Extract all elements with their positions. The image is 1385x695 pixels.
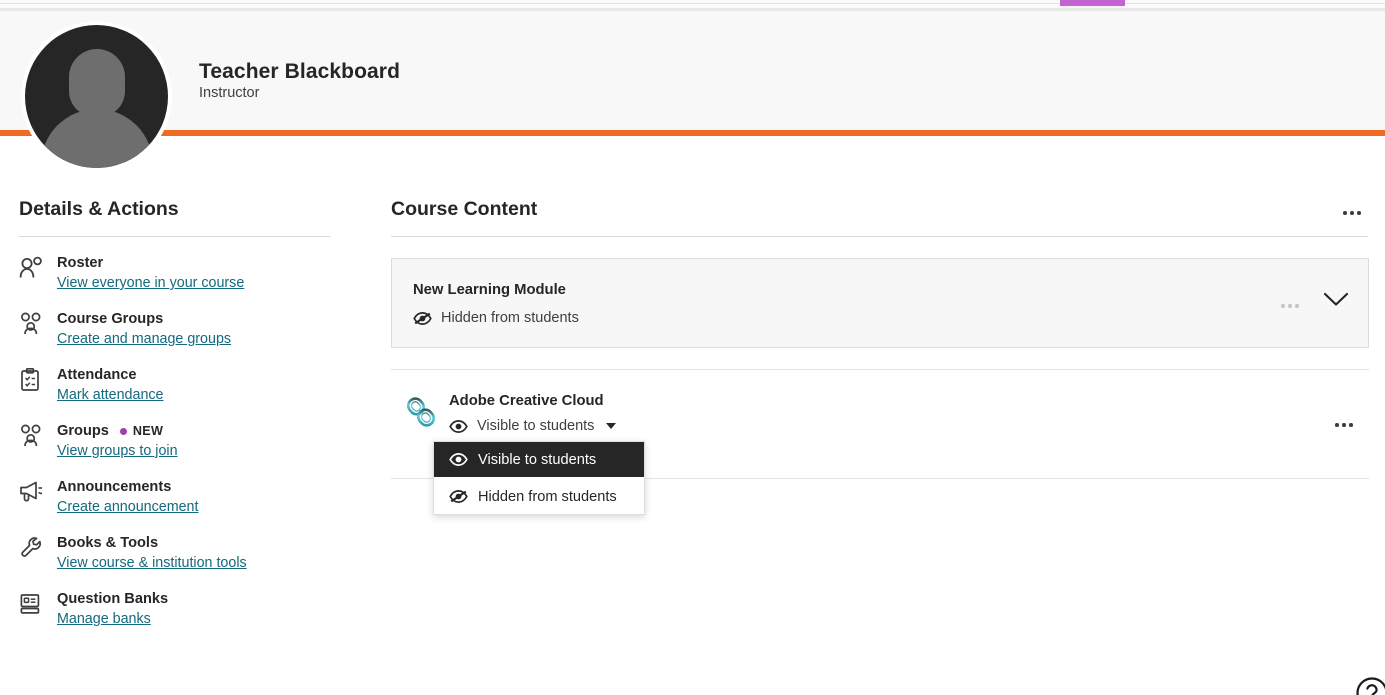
tab-strip-line bbox=[0, 3, 1385, 4]
attendance-clipboard-icon bbox=[19, 368, 49, 394]
ellipsis-icon bbox=[1281, 304, 1299, 308]
sidebar-item-label: Course Groups bbox=[57, 311, 164, 327]
dropdown-option-label: Hidden from students bbox=[478, 488, 617, 505]
sidebar-divider-rule bbox=[19, 236, 330, 237]
status-badge: NEW bbox=[119, 422, 164, 441]
sidebar-item-text: Groups NEW View groups to join bbox=[57, 422, 178, 462]
sidebar-item-link[interactable]: Create announcement bbox=[57, 497, 198, 518]
sidebar-item-text: Course Groups Create and manage groups bbox=[57, 310, 231, 350]
sidebar-item-text: Roster View everyone in your course bbox=[57, 254, 244, 294]
sidebar-item-link[interactable]: View everyone in your course bbox=[57, 273, 244, 294]
sidebar-item-question-banks[interactable]: Question Banks Manage banks bbox=[0, 590, 361, 646]
sidebar-item-label-wrap: Groups NEW bbox=[57, 422, 178, 441]
learning-module-overflow-menu-button[interactable] bbox=[1281, 295, 1299, 313]
caret-down-icon bbox=[606, 423, 617, 429]
browser-tab-strip bbox=[0, 0, 1385, 11]
sidebar-item-announcements[interactable]: Announcements Create announcement bbox=[0, 478, 361, 534]
avatar-head bbox=[68, 49, 125, 117]
sidebar-item-label: Question Banks bbox=[57, 591, 169, 607]
avatar-body bbox=[40, 109, 153, 168]
profile-role: Instructor bbox=[199, 85, 260, 101]
help-button[interactable] bbox=[1355, 676, 1385, 695]
course-content-overflow-menu-button[interactable] bbox=[1343, 202, 1361, 220]
sidebar-item-books-and-tools[interactable]: Books & Tools View course & institution … bbox=[0, 534, 361, 590]
content-divider-rule bbox=[391, 236, 1368, 237]
eye-icon bbox=[449, 452, 469, 467]
sidebar-item-text: Announcements Create announcement bbox=[57, 478, 198, 518]
dropdown-option-label: Visible to students bbox=[478, 451, 597, 468]
visibility-selector-label: Visible to students bbox=[477, 418, 595, 434]
sidebar-item-text: Attendance Mark attendance bbox=[57, 366, 164, 406]
avatar[interactable] bbox=[25, 25, 168, 168]
ellipsis-icon bbox=[1343, 211, 1361, 215]
page-title: Course Content bbox=[391, 198, 538, 220]
content-item-overflow-menu-button[interactable] bbox=[1335, 414, 1353, 432]
sidebar-item-link[interactable]: View course & institution tools bbox=[57, 553, 247, 574]
chevron-down-icon bbox=[1321, 292, 1351, 314]
course-content-panel: Course Content New Learning Module Hidde… bbox=[361, 140, 1385, 695]
content-item-title: Adobe Creative Cloud bbox=[449, 393, 604, 409]
sidebar-item-text: Question Banks Manage banks bbox=[57, 590, 168, 630]
ellipsis-icon bbox=[1335, 423, 1353, 427]
sidebar-item-attendance[interactable]: Attendance Mark attendance bbox=[0, 366, 361, 422]
sidebar-item-label: Groups bbox=[57, 423, 109, 439]
dropdown-option-visible-to-students[interactable]: Visible to students bbox=[434, 442, 644, 477]
learning-module-status: Hidden from students bbox=[413, 310, 579, 326]
chain-link-icon bbox=[401, 392, 441, 432]
content-row-divider-top bbox=[391, 369, 1369, 370]
announcements-megaphone-icon bbox=[19, 480, 49, 506]
sidebar-title: Details & Actions bbox=[19, 198, 179, 220]
books-tools-wrench-icon bbox=[19, 536, 49, 562]
sidebar-item-link[interactable]: View groups to join bbox=[57, 441, 178, 462]
learning-module-expand-button[interactable] bbox=[1321, 288, 1351, 315]
visibility-dropdown-menu[interactable]: Visible to students Hidden from students bbox=[433, 441, 645, 515]
sidebar-item-course-groups[interactable]: Course Groups Create and manage groups bbox=[0, 310, 361, 366]
question-banks-icon bbox=[19, 592, 49, 618]
learning-module-card[interactable]: New Learning Module Hidden from students bbox=[391, 258, 1369, 348]
sidebar-item-label: Books & Tools bbox=[57, 535, 159, 551]
blackboard-course-page: Teacher Blackboard Instructor Details & … bbox=[0, 0, 1385, 695]
eye-slash-icon bbox=[413, 311, 432, 326]
eye-slash-icon bbox=[449, 489, 469, 504]
sidebar-item-text: Books & Tools View course & institution … bbox=[57, 534, 247, 574]
sidebar-item-link[interactable]: Manage banks bbox=[57, 609, 168, 630]
dropdown-option-hidden-from-students[interactable]: Hidden from students bbox=[434, 479, 644, 514]
sidebar-item-roster[interactable]: Roster View everyone in your course bbox=[0, 254, 361, 310]
sidebar-item-label: Roster bbox=[57, 255, 104, 271]
sidebar-item-label: Attendance bbox=[57, 367, 137, 383]
learning-module-title: New Learning Module bbox=[413, 282, 566, 298]
visibility-selector-button[interactable]: Visible to students bbox=[449, 418, 617, 434]
groups-people-icon bbox=[19, 424, 49, 450]
sidebar-item-label: Announcements bbox=[57, 479, 172, 495]
eye-icon bbox=[449, 419, 468, 434]
brand-accent-rule bbox=[0, 130, 1385, 136]
roster-person-icon bbox=[19, 256, 49, 282]
sidebar-item-link[interactable]: Create and manage groups bbox=[57, 329, 231, 350]
sidebar-item-link[interactable]: Mark attendance bbox=[57, 385, 164, 406]
details-and-actions-sidebar: Details & Actions Roster View everyone i… bbox=[0, 140, 361, 695]
new-dot-icon bbox=[119, 428, 127, 435]
new-badge-label: NEW bbox=[132, 424, 164, 438]
learning-module-status-label: Hidden from students bbox=[441, 310, 579, 326]
course-groups-people-icon bbox=[19, 312, 49, 338]
profile-name: Teacher Blackboard bbox=[199, 60, 400, 83]
sidebar-item-groups[interactable]: Groups NEW View groups to join bbox=[0, 422, 361, 478]
sidebar-nav-list: Roster View everyone in your course Cour… bbox=[0, 254, 361, 646]
